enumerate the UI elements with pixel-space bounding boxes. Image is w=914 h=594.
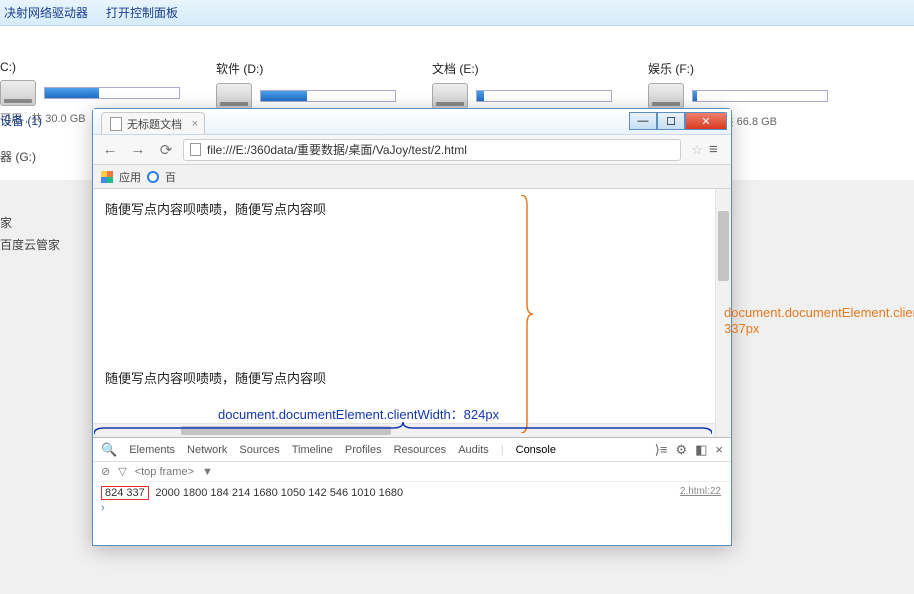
drive-usage-bar xyxy=(260,90,396,102)
hdd-icon xyxy=(0,80,36,106)
drive-label: 软件 (D:) xyxy=(216,60,396,77)
hdd-icon xyxy=(432,83,468,109)
frame-selector[interactable]: <top frame> xyxy=(135,466,194,478)
settings-gear-icon[interactable]: ⚙ xyxy=(675,442,687,458)
page-text: 随便写点内容呗啧啧，随便写点内容呗 xyxy=(105,368,719,387)
console-prompt[interactable]: › xyxy=(101,502,723,514)
console-source-link[interactable]: 2.html:22 xyxy=(680,486,721,497)
annotation-client-width: document.documentElement.clientWidth：824… xyxy=(218,404,499,423)
address-bar[interactable]: file:///E:/360data/重要数据/桌面/VaJoy/test/2.… xyxy=(183,139,681,161)
baidu-icon[interactable] xyxy=(147,171,159,183)
maximize-button[interactable]: ☐ xyxy=(657,112,685,130)
baidu-label[interactable]: 百 xyxy=(165,169,176,185)
drive-usage-bar xyxy=(692,90,828,102)
filter-icon[interactable]: ▽ xyxy=(118,465,126,478)
devtools-tab-profiles[interactable]: Profiles xyxy=(345,444,382,456)
url-text: file:///E:/360data/重要数据/桌面/VaJoy/test/2.… xyxy=(207,141,467,158)
devtools-tab-resources[interactable]: Resources xyxy=(394,444,447,456)
height-brace-icon xyxy=(519,195,533,433)
reload-button[interactable]: ⟳ xyxy=(155,139,177,161)
drive-usage-bar xyxy=(476,90,612,102)
control-panel-button[interactable]: 打开控制面板 xyxy=(106,4,178,21)
console-drawer-icon[interactable]: ⟩≡ xyxy=(655,442,668,458)
devtools-tab-console[interactable]: Console xyxy=(516,444,556,456)
drive-label: 娱乐 (F:) xyxy=(648,60,828,77)
hdd-icon xyxy=(648,83,684,109)
page-viewport: 随便写点内容呗啧啧，随便写点内容呗 随便写点内容呗啧啧，随便写点内容呗 xyxy=(93,189,731,437)
devtools-tab-audits[interactable]: Audits xyxy=(458,444,489,456)
file-icon xyxy=(110,117,122,131)
browser-window: 无标题文档 × — ☐ ✕ ← → ⟳ file:///E:/360data/重… xyxy=(92,108,732,546)
apps-icon[interactable] xyxy=(101,171,113,183)
console-output: 2000 1800 184 214 1680 1050 142 546 1010… xyxy=(155,487,403,499)
dropdown-arrow-icon[interactable]: ▼ xyxy=(202,466,213,478)
sidebar-devices[interactable]: 设备 (1) xyxy=(0,110,60,132)
apps-label[interactable]: 应用 xyxy=(119,169,141,185)
menu-icon[interactable]: ≡ xyxy=(709,141,725,158)
tab-title: 无标题文档 xyxy=(127,116,182,132)
drive-label: 文档 (E:) xyxy=(432,60,612,77)
devtools-tab-sources[interactable]: Sources xyxy=(239,444,279,456)
inspect-icon[interactable]: 🔍 xyxy=(101,442,117,458)
clear-console-icon[interactable]: ⊘ xyxy=(101,465,110,478)
drive-usage-bar xyxy=(44,87,180,99)
sidebar-home[interactable]: 家 xyxy=(0,212,60,234)
devtools-tab-timeline[interactable]: Timeline xyxy=(292,444,333,456)
close-button[interactable]: ✕ xyxy=(685,112,727,130)
close-devtools-icon[interactable]: × xyxy=(715,442,723,458)
bookmark-star-icon[interactable]: ☆ xyxy=(691,142,703,158)
file-icon xyxy=(190,143,201,156)
hdd-icon xyxy=(216,83,252,109)
devtools-tab-network[interactable]: Network xyxy=(187,444,227,456)
console-highlight: 824 337 xyxy=(101,486,149,500)
annotation-client-height: document.documentElement.clientHeight：33… xyxy=(724,302,914,336)
devtools-panel: 🔍 Elements Network Sources Timeline Prof… xyxy=(93,437,731,528)
drive-label: C:) xyxy=(0,60,180,74)
browser-tab[interactable]: 无标题文档 × xyxy=(101,112,205,134)
forward-button[interactable]: → xyxy=(127,139,149,161)
sidebar-baidu[interactable]: 百度云管家 xyxy=(0,234,60,256)
close-tab-icon[interactable]: × xyxy=(192,118,198,130)
devtools-tab-elements[interactable]: Elements xyxy=(129,444,175,456)
minimize-button[interactable]: — xyxy=(629,112,657,130)
back-button[interactable]: ← xyxy=(99,139,121,161)
page-text: 随便写点内容呗啧啧，随便写点内容呗 xyxy=(105,199,719,218)
sidebar-drive-g[interactable]: 器 (G:) xyxy=(0,146,60,168)
dock-icon[interactable]: ◧ xyxy=(695,442,707,458)
map-drive-button[interactable]: 决射网络驱动器 xyxy=(4,4,88,21)
